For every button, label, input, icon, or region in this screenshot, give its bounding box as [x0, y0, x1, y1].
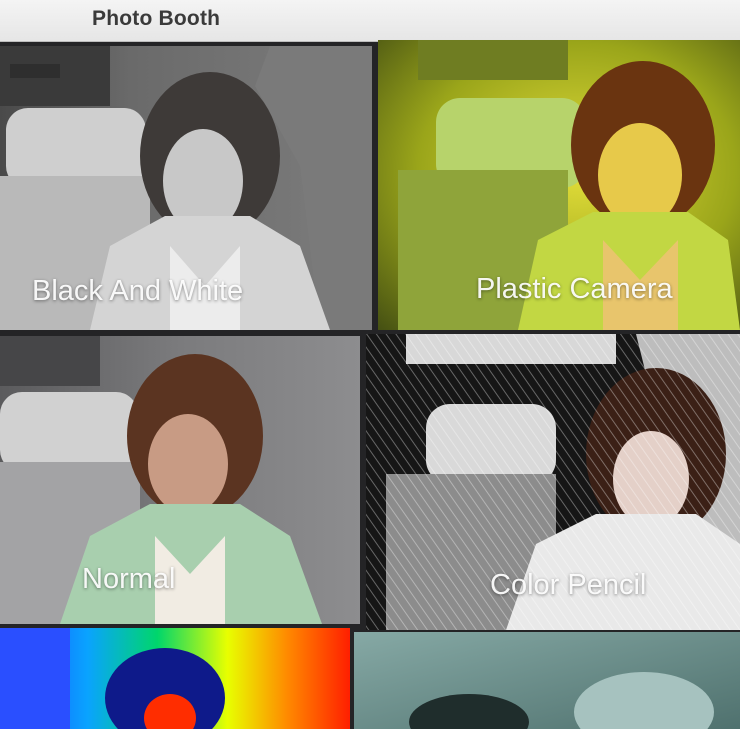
effect-tile-black-and-white[interactable]: Black And White [0, 46, 372, 330]
effect-tile-thermal[interactable] [0, 628, 350, 729]
photo-booth-window: Photo Booth Black And White Plastic Came… [0, 0, 740, 729]
effect-preview-normal [0, 336, 360, 624]
app-title: Photo Booth [92, 7, 221, 30]
effect-preview-thermal [0, 628, 350, 729]
effect-preview-bottom-right [354, 632, 740, 729]
effect-label-color-pencil: Color Pencil [490, 569, 647, 601]
effect-tile-bottom-right[interactable] [354, 632, 740, 729]
title-bar: Photo Booth [0, 0, 740, 42]
effect-label-plastic-camera: Plastic Camera [476, 273, 673, 305]
effect-tile-normal[interactable]: Normal [0, 336, 360, 624]
effect-tile-color-pencil[interactable]: Color Pencil [366, 334, 740, 630]
effect-tile-plastic-camera[interactable]: Plastic Camera [378, 40, 740, 330]
effect-label-normal: Normal [82, 563, 176, 595]
effect-label-black-and-white: Black And White [32, 275, 244, 307]
